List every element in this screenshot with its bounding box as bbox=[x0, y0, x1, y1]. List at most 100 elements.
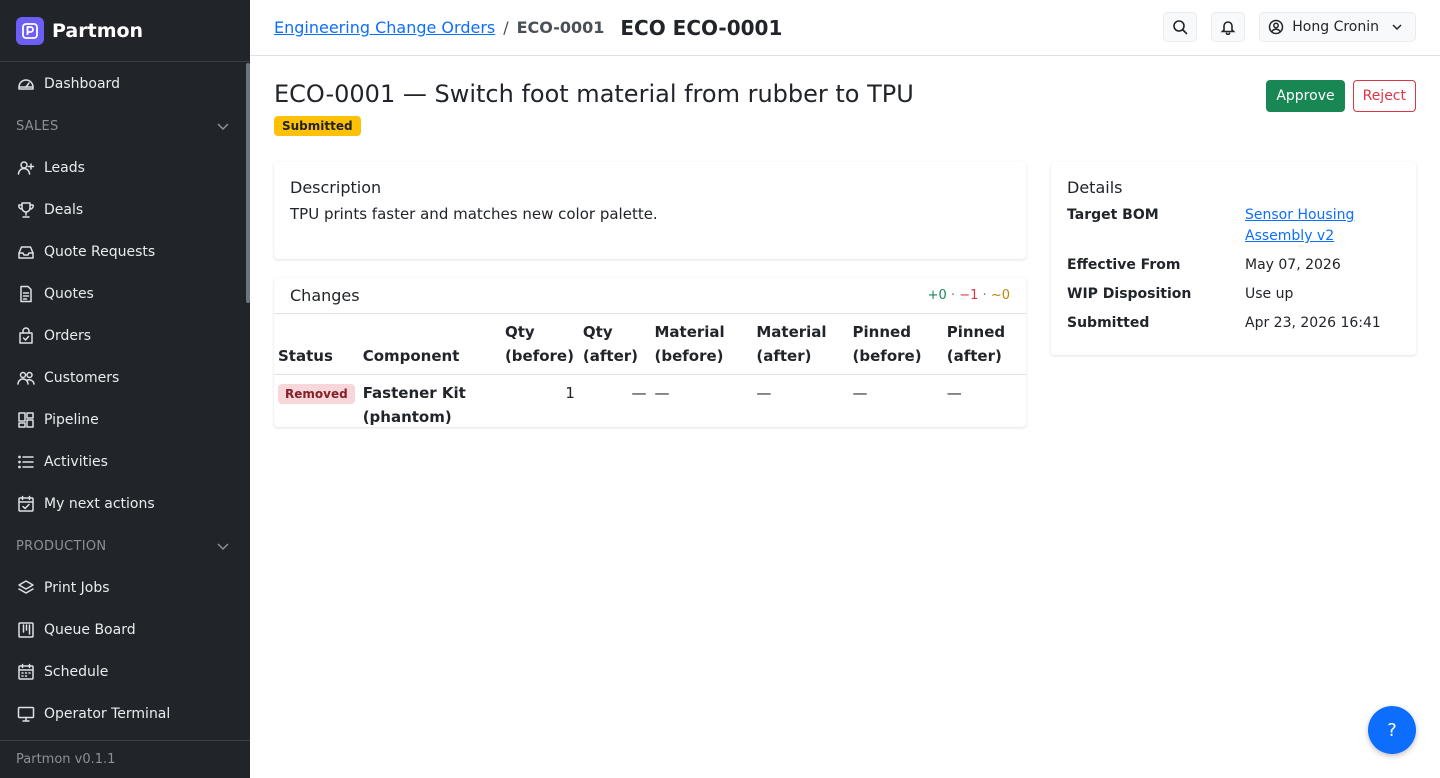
sidebar-item-deals[interactable]: Deals bbox=[0, 189, 250, 231]
page-header: ECO-0001 — Switch foot material from rub… bbox=[274, 56, 1416, 144]
description-card: Description TPU prints faster and matche… bbox=[274, 162, 1026, 259]
diff-summary: +0 · −1 · ~0 bbox=[928, 288, 1010, 303]
sidebar-item-quote-requests[interactable]: Quote Requests bbox=[0, 231, 250, 273]
dashboard-icon bbox=[16, 74, 36, 94]
column-header-material-after[interactable]: Material (after) bbox=[752, 314, 849, 375]
detail-row-target-bom: Target BOM Sensor Housing Assembly v2 bbox=[1067, 205, 1400, 247]
detail-value: Sensor Housing Assembly v2 bbox=[1245, 205, 1395, 247]
help-button[interactable]: ? bbox=[1368, 706, 1416, 754]
sidebar-item-label: Operator Terminal bbox=[44, 706, 171, 722]
sidebar-item-dashboard[interactable]: Dashboard bbox=[0, 63, 250, 105]
sidebar-item-print-jobs[interactable]: Print Jobs bbox=[0, 567, 250, 609]
calendar-check-icon bbox=[16, 494, 36, 514]
cell-material-after: — bbox=[756, 384, 772, 402]
details-card: Details Target BOM Sensor Housing Assembl… bbox=[1051, 162, 1416, 355]
status-badge-removed: Removed bbox=[278, 384, 355, 404]
reject-button[interactable]: Reject bbox=[1352, 80, 1416, 112]
sidebar-section-production[interactable]: PRODUCTION bbox=[0, 525, 250, 567]
chevron-down-icon bbox=[1392, 24, 1402, 31]
board-icon bbox=[16, 620, 36, 640]
sidebar-item-label: Dashboard bbox=[44, 76, 120, 92]
partmon-logo-icon bbox=[16, 16, 44, 45]
header-title: ECO ECO-0001 bbox=[620, 15, 783, 40]
sidebar-item-label: Queue Board bbox=[44, 622, 136, 638]
section-label: PRODUCTION bbox=[16, 538, 107, 554]
brand[interactable]: Partmon bbox=[0, 0, 250, 62]
list-icon bbox=[16, 452, 36, 472]
column-header-pinned-before[interactable]: Pinned (before) bbox=[848, 314, 943, 375]
sidebar-item-quotes[interactable]: Quotes bbox=[0, 273, 250, 315]
details-heading: Details bbox=[1067, 178, 1123, 197]
sidebar-item-label: Print Jobs bbox=[44, 580, 110, 596]
removed-count: −1 bbox=[959, 288, 979, 303]
user-name: Hong Cronin bbox=[1292, 19, 1379, 35]
trophy-icon bbox=[16, 200, 36, 220]
sidebar-item-customers[interactable]: Customers bbox=[0, 357, 250, 399]
detail-row-wip-disposition: WIP Disposition Use up bbox=[1067, 284, 1400, 305]
sidebar-item-label: Deals bbox=[44, 202, 84, 218]
cell-component: Fastener Kit (phantom) bbox=[362, 384, 466, 426]
sidebar-item-activities[interactable]: Activities bbox=[0, 441, 250, 483]
column-header-qty-before[interactable]: Qty (before) bbox=[500, 314, 579, 375]
approve-button[interactable]: Approve bbox=[1266, 80, 1345, 112]
description-text: TPU prints faster and matches new color … bbox=[290, 205, 658, 223]
detail-value: Apr 23, 2026 16:41 bbox=[1245, 315, 1381, 331]
detail-label: WIP Disposition bbox=[1067, 286, 1192, 302]
chevron-down-icon bbox=[217, 543, 229, 551]
sidebar-item-label: Leads bbox=[44, 160, 85, 176]
section-label: SALES bbox=[16, 118, 59, 134]
changes-heading: Changes bbox=[290, 286, 360, 305]
target-bom-link[interactable]: Sensor Housing Assembly v2 bbox=[1245, 207, 1354, 244]
sidebar-item-label: Customers bbox=[44, 370, 120, 386]
sidebar-item-orders[interactable]: Orders bbox=[0, 315, 250, 357]
column-header-component[interactable]: Component bbox=[358, 314, 501, 375]
monitor-icon bbox=[16, 704, 36, 724]
detail-label: Effective From bbox=[1067, 257, 1181, 273]
layers-icon bbox=[16, 578, 36, 598]
status-badge: Submitted bbox=[274, 116, 361, 136]
column-header-qty-after[interactable]: Qty (after) bbox=[578, 314, 651, 375]
column-header-pinned-after[interactable]: Pinned (after) bbox=[942, 314, 1026, 375]
sidebar-item-my-next-actions[interactable]: My next actions bbox=[0, 483, 250, 525]
cell-pinned-before: — bbox=[852, 384, 868, 402]
topbar-actions: Hong Cronin bbox=[1163, 12, 1416, 42]
sidebar-item-label: My next actions bbox=[44, 496, 155, 512]
detail-value: May 07, 2026 bbox=[1245, 257, 1341, 273]
sidebar: Partmon Dashboard SALES Leads Deals Quot… bbox=[0, 0, 250, 778]
breadcrumb-separator: / bbox=[503, 18, 509, 37]
sidebar-item-pipeline[interactable]: Pipeline bbox=[0, 399, 250, 441]
user-menu-button[interactable]: Hong Cronin bbox=[1259, 12, 1416, 42]
detail-label: Target BOM bbox=[1067, 207, 1159, 223]
changes-card: Changes +0 · −1 · ~0 Status Component Qt… bbox=[274, 278, 1026, 427]
notifications-button[interactable] bbox=[1211, 12, 1246, 42]
search-icon bbox=[1173, 20, 1188, 35]
cell-qty-before: 1 bbox=[565, 384, 575, 402]
added-count: +0 bbox=[927, 288, 947, 303]
calendar-icon bbox=[16, 662, 36, 682]
chevron-down-icon bbox=[217, 123, 229, 131]
sidebar-section-sales[interactable]: SALES bbox=[0, 105, 250, 147]
sidebar-item-operator-terminal[interactable]: Operator Terminal bbox=[0, 693, 250, 735]
sidebar-item-label: Quotes bbox=[44, 286, 94, 302]
column-header-status[interactable]: Status bbox=[274, 314, 359, 375]
sidebar-item-schedule[interactable]: Schedule bbox=[0, 651, 250, 693]
breadcrumb-link-eco-list[interactable]: Engineering Change Orders bbox=[274, 18, 495, 37]
summary-separator: · bbox=[950, 288, 956, 303]
page-title: ECO-0001 — Switch foot material from rub… bbox=[274, 80, 914, 108]
column-header-material-before[interactable]: Material (before) bbox=[650, 314, 753, 375]
sidebar-item-queue-board[interactable]: Queue Board bbox=[0, 609, 250, 651]
sidebar-item-label: Schedule bbox=[44, 664, 109, 680]
sidebar-item-label: Orders bbox=[44, 328, 92, 344]
changes-table: Status Component Qty (before) Qty (after) … bbox=[274, 314, 1026, 435]
search-button[interactable] bbox=[1163, 12, 1198, 42]
main-content: ECO-0001 — Switch foot material from rub… bbox=[274, 56, 1416, 427]
detail-value: Use up bbox=[1245, 286, 1294, 302]
sidebar-scrollbar[interactable] bbox=[246, 63, 250, 303]
sidebar-nav: Dashboard SALES Leads Deals Quote Reques… bbox=[0, 63, 250, 740]
cell-pinned-after: — bbox=[946, 384, 962, 402]
page-actions: Approve Reject bbox=[1266, 80, 1416, 112]
sidebar-item-leads[interactable]: Leads bbox=[0, 147, 250, 189]
description-heading: Description bbox=[290, 178, 382, 197]
inbox-icon bbox=[16, 242, 36, 262]
topbar: Engineering Change Orders / ECO-0001 ECO… bbox=[250, 0, 1440, 56]
